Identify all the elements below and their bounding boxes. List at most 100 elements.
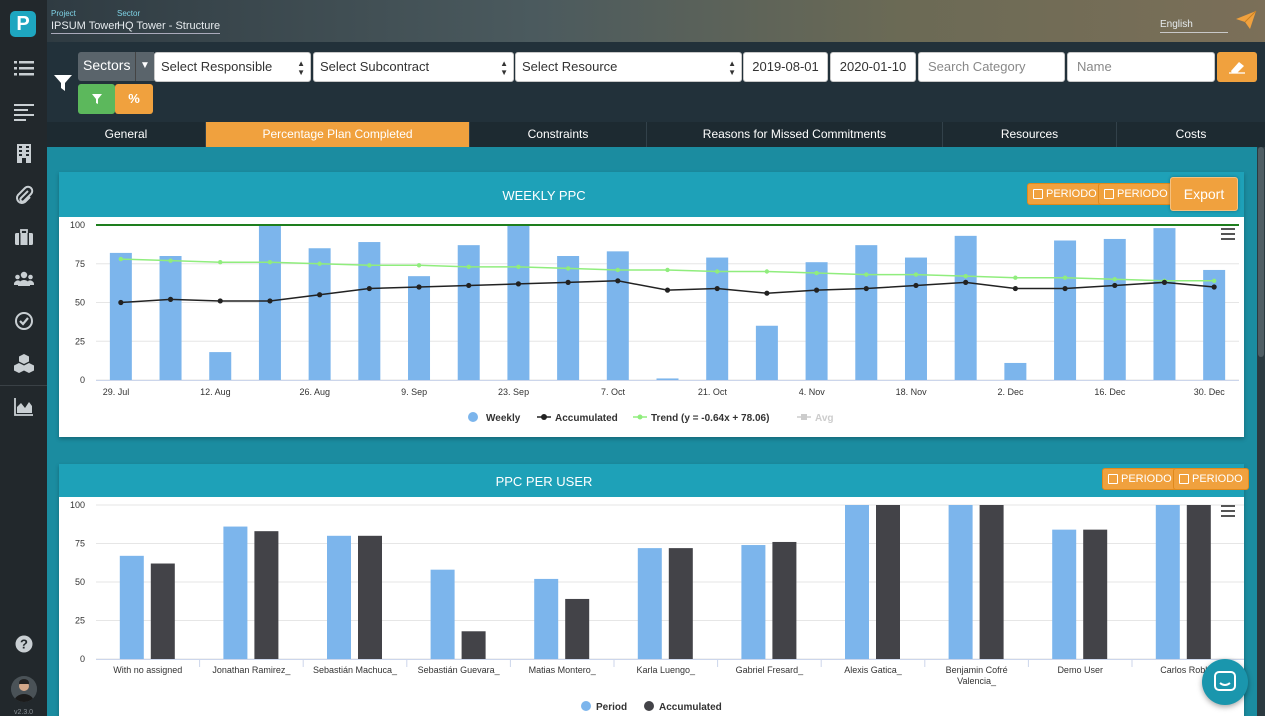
accumulated-bar	[254, 531, 279, 659]
help-icon[interactable]: ?	[0, 624, 47, 664]
x-category-label: Gabriel Fresard_	[736, 665, 805, 675]
trend-point	[1013, 275, 1018, 280]
legend-marker	[581, 701, 591, 711]
nav-area-chart-icon[interactable]	[0, 386, 47, 426]
legend-item: Accumulated	[555, 413, 618, 424]
nav-briefcase-icon[interactable]	[0, 217, 47, 257]
period-bar	[1052, 529, 1077, 659]
chat-icon	[1214, 671, 1236, 691]
weekly-bar	[1153, 228, 1176, 380]
apply-filter-button[interactable]	[78, 84, 115, 114]
tab-bar: General Percentage Plan Completed Constr…	[47, 122, 1265, 147]
subcontract-select-value: Select Subcontract	[320, 59, 430, 74]
export-button[interactable]: Export	[1170, 177, 1238, 211]
date-to-input[interactable]: 2020-01-10	[830, 52, 916, 82]
accumulated-point	[466, 282, 472, 289]
accumulated-bar	[668, 548, 693, 659]
nav-list-icon[interactable]	[0, 48, 47, 88]
sector-selector[interactable]: HQ Tower - Structure	[117, 20, 221, 34]
trend-point	[665, 267, 670, 273]
legend-marker	[468, 412, 478, 422]
language-selector[interactable]: English	[1160, 19, 1228, 33]
periodo-button-4[interactable]: PERIODO	[1173, 468, 1249, 490]
trend-point	[714, 269, 720, 274]
nav-cubes-icon[interactable]	[0, 343, 47, 383]
accumulated-point	[863, 285, 869, 292]
trend-point	[516, 264, 521, 270]
trend-point	[218, 260, 223, 265]
app-logo[interactable]: P	[10, 11, 36, 37]
legend-item: Weekly	[486, 413, 521, 424]
legend-item: Accumulated	[659, 702, 722, 713]
periodo-button-1[interactable]: PERIODO	[1027, 183, 1103, 205]
scrollbar[interactable]	[1257, 147, 1265, 716]
y-tick-label: 50	[75, 577, 85, 587]
chart-menu-icon[interactable]	[1221, 228, 1235, 240]
x-category-label: Sebastián Guevara_	[418, 665, 501, 675]
tab-costs[interactable]: Costs	[1117, 122, 1265, 147]
nav-align-icon[interactable]	[0, 91, 47, 131]
chevron-down-icon[interactable]: ▼	[135, 52, 154, 81]
trend-point	[1112, 277, 1117, 282]
tab-percentage-plan-completed[interactable]: Percentage Plan Completed	[206, 122, 470, 147]
nav-building-icon[interactable]	[0, 133, 47, 173]
trend-point	[168, 258, 173, 263]
select-arrows-icon: ▲ ▼	[297, 59, 305, 77]
weekly-bar	[1054, 240, 1077, 380]
weekly-bar	[805, 262, 828, 380]
period-bar	[327, 535, 351, 659]
percent-button[interactable]: %	[115, 84, 153, 114]
tab-reasons-missed-commitments[interactable]: Reasons for Missed Commitments	[647, 122, 943, 147]
nav-users-icon[interactable]	[0, 259, 47, 299]
x-category-label: Benjamin Cofré	[946, 665, 1008, 675]
tab-resources[interactable]: Resources	[943, 122, 1117, 147]
resource-select[interactable]: Select Resource ▲ ▼	[515, 52, 742, 82]
y-tick-label: 0	[80, 375, 85, 385]
accumulated-bar	[565, 598, 590, 659]
tab-constraints[interactable]: Constraints	[470, 122, 647, 147]
name-input[interactable]: Name	[1067, 52, 1215, 82]
weekly-bar	[855, 245, 878, 380]
x-tick-label: 4. Nov	[799, 387, 826, 397]
accumulated-bar	[772, 541, 797, 659]
period-bar	[223, 526, 248, 659]
accumulated-bar	[358, 535, 382, 659]
accumulated-point	[714, 285, 720, 292]
x-category-label: Demo User	[1057, 665, 1103, 675]
chart-menu-icon[interactable]	[1221, 505, 1235, 517]
filter-icon	[92, 94, 102, 104]
legend-marker	[541, 414, 547, 420]
search-category-input[interactable]: Search Category	[918, 52, 1065, 82]
select-arrows-icon: ▲ ▼	[500, 59, 508, 77]
legend-marker	[644, 701, 654, 711]
clear-filters-button[interactable]	[1217, 52, 1257, 82]
resource-select-value: Select Resource	[522, 59, 618, 74]
project-selector[interactable]: IPSUM Tower	[51, 20, 119, 34]
weekly-bar	[1004, 362, 1027, 380]
chat-button[interactable]	[1202, 659, 1248, 705]
accumulated-point	[913, 282, 919, 289]
x-tick-label: 16. Dec	[1094, 387, 1126, 397]
x-category-label: Sebastián Machuca_	[313, 665, 398, 675]
y-tick-label: 100	[70, 220, 85, 230]
responsible-select[interactable]: Select Responsible ▲ ▼	[154, 52, 311, 82]
tab-general[interactable]: General	[47, 122, 206, 147]
period-bar	[1155, 505, 1180, 659]
user-avatar[interactable]	[11, 676, 37, 702]
periodo-button-3[interactable]: PERIODO	[1102, 468, 1178, 490]
x-category-label: With no assigned	[113, 665, 182, 675]
accumulated-point	[217, 298, 223, 304]
filter-icon[interactable]	[54, 75, 72, 91]
x-tick-label: 18. Nov	[896, 387, 928, 397]
legend-item: Trend (y = -0.64x + 78.06)	[651, 413, 769, 424]
nav-paperclip-icon[interactable]	[0, 175, 47, 215]
date-from-input[interactable]: 2019-08-01	[743, 52, 828, 82]
paper-plane-icon[interactable]	[1235, 10, 1257, 30]
svg-text:?: ?	[20, 637, 28, 652]
subcontract-select[interactable]: Select Subcontract ▲ ▼	[313, 52, 514, 82]
scrollbar-thumb[interactable]	[1258, 147, 1264, 357]
accumulated-point	[267, 298, 273, 304]
trend-point	[118, 256, 124, 262]
nav-check-circle-icon[interactable]	[0, 301, 47, 341]
periodo-button-2[interactable]: PERIODO	[1098, 183, 1174, 205]
